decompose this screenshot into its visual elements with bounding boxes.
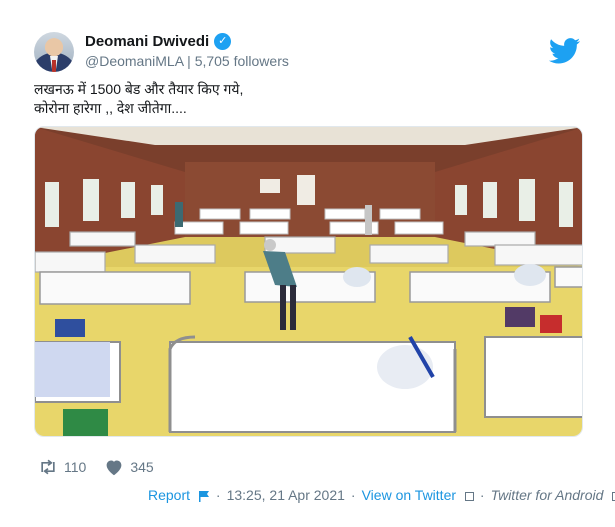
window	[483, 182, 497, 218]
separator: |	[187, 53, 191, 69]
meta-dot: ·	[479, 487, 485, 503]
tweet-text: लखनऊ में 1500 बेड और तैयार किए गये, कोरो…	[34, 80, 243, 118]
tweet-text-line1: लखनऊ में 1500 बेड और तैयार किए गये,	[34, 81, 244, 97]
author-name[interactable]: Deomani Dwivedi	[85, 33, 209, 50]
tweet-text-line2: कोरोना हारेगा ,, देश जीतेगा....	[34, 100, 187, 116]
view-on-twitter-label: View on Twitter	[361, 487, 457, 503]
window	[45, 182, 59, 227]
handle-line: @DeomaniMLA | 5,705 followers	[85, 53, 289, 69]
window	[83, 179, 99, 221]
pillow-bundle	[514, 264, 546, 286]
followers-count: 5,705 followers	[194, 53, 289, 69]
tweet-photo[interactable]	[34, 126, 583, 437]
window	[455, 185, 467, 215]
person	[175, 202, 183, 227]
green-bin	[63, 409, 108, 436]
mid-front-beds	[39, 266, 582, 305]
like-action[interactable]: 345	[104, 458, 154, 476]
meta-dot: ·	[215, 487, 221, 503]
tweet-meta: Report · 13:25, 21 Apr 2021 · View on Tw…	[148, 487, 615, 503]
tweet-source-label: Twitter for Android	[490, 487, 604, 503]
window	[519, 179, 535, 221]
tweet-actions: 110 345	[38, 458, 172, 476]
report-label: Report	[148, 487, 191, 503]
window	[151, 185, 163, 215]
pillow-bundle-front	[377, 345, 433, 389]
retweet-action[interactable]: 110	[38, 458, 86, 476]
retweet-icon	[41, 459, 55, 475]
pillow-bundle	[343, 267, 371, 287]
like-count: 345	[130, 459, 154, 475]
author-avatar[interactable]	[34, 32, 74, 72]
window	[559, 182, 573, 227]
embedded-tweet-card: Deomani Dwivedi ✓ @DeomaniMLA | 5,705 fo…	[0, 0, 615, 527]
stool	[540, 315, 562, 333]
tweet-timestamp[interactable]: 13:25, 21 Apr 2021	[227, 487, 345, 503]
verified-badge-icon: ✓	[214, 33, 232, 50]
window	[121, 182, 135, 218]
view-on-twitter-link[interactable]: View on Twitter	[362, 487, 474, 503]
stool	[505, 307, 535, 327]
author-name-row[interactable]: Deomani Dwivedi ✓	[85, 33, 232, 50]
external-link-icon	[464, 491, 474, 501]
hospital-ward-photo	[35, 127, 582, 436]
notice-board	[260, 179, 280, 193]
flag-icon	[198, 491, 209, 503]
twitter-bird-icon[interactable]	[549, 38, 581, 64]
report-link[interactable]: Report	[148, 487, 210, 503]
tweet-source: Twitter for Android	[491, 487, 615, 503]
back-door	[297, 175, 315, 205]
meta-dot: ·	[350, 487, 356, 503]
patterned-mattress	[35, 342, 110, 397]
retweet-count: 110	[64, 459, 87, 475]
person	[365, 205, 372, 235]
heart-icon	[106, 460, 122, 476]
stool	[55, 319, 85, 337]
avatar-tie	[52, 60, 56, 72]
author-handle[interactable]: @DeomaniMLA	[85, 53, 183, 69]
